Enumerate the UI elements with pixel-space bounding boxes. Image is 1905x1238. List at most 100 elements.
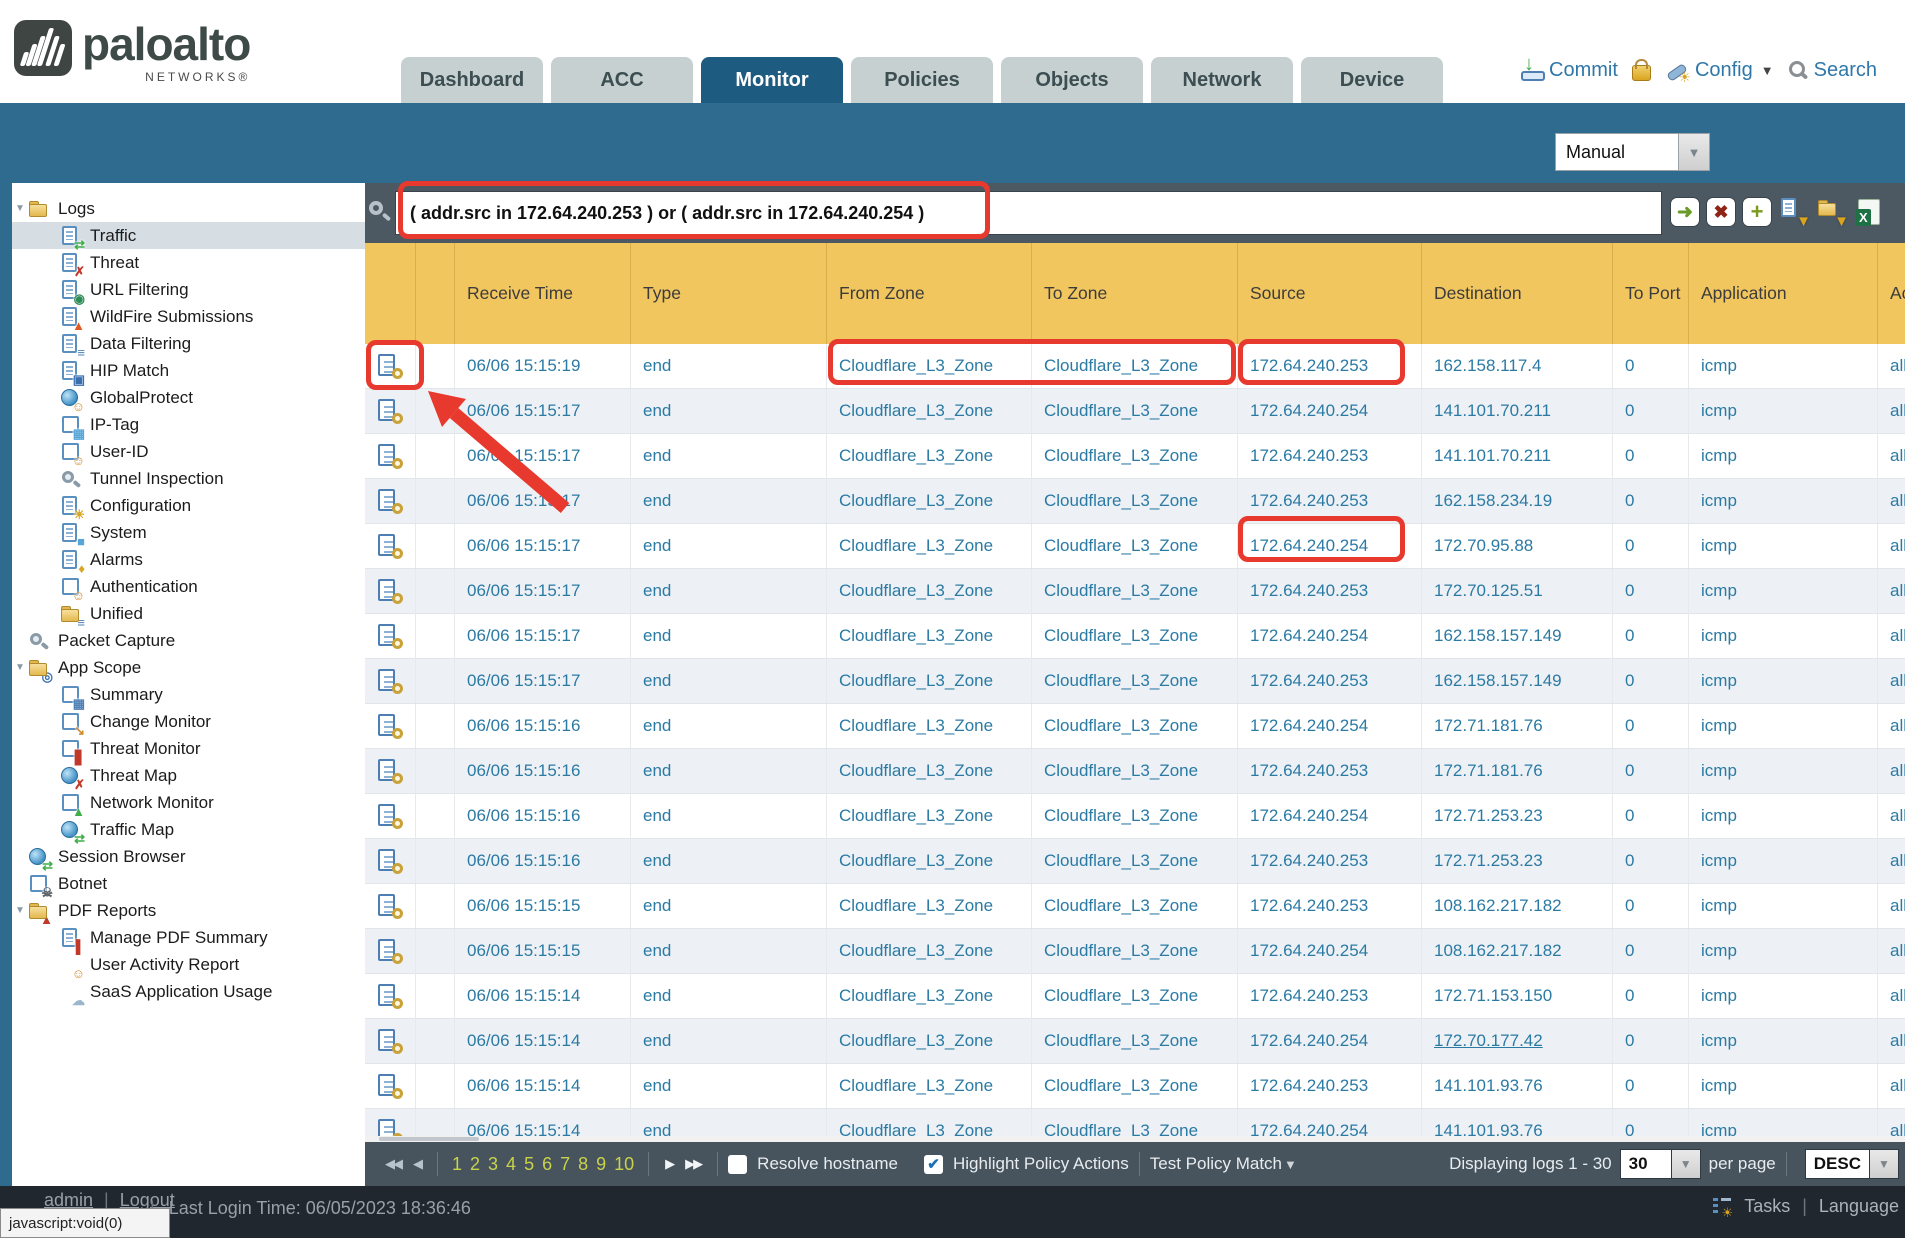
log-row-15[interactable]: 06/06 15:15:14endCloudflare_L3_ZoneCloud… (365, 974, 1905, 1019)
log-row-7[interactable]: 06/06 15:15:17endCloudflare_L3_ZoneCloud… (365, 614, 1905, 659)
sidebar-item-saas-application-usage[interactable]: ☁SaaS Application Usage (12, 978, 365, 1005)
page-number-1[interactable]: 1 (448, 1154, 466, 1174)
log-row-10[interactable]: 06/06 15:15:16endCloudflare_L3_ZoneCloud… (365, 749, 1905, 794)
log-row-18[interactable]: 06/06 15:15:14endCloudflare_L3_ZoneCloud… (365, 1109, 1905, 1136)
column-header-source[interactable]: Source (1238, 243, 1422, 344)
log-detail-magnifier-icon[interactable] (377, 578, 403, 604)
sidebar-item-alarms[interactable]: ♦Alarms (12, 546, 365, 573)
sidebar-item-user-id[interactable]: ☺User-ID (12, 438, 365, 465)
tree-expand-arrow-icon[interactable]: ▼ (12, 203, 28, 214)
log-row-11[interactable]: 06/06 15:15:16endCloudflare_L3_ZoneCloud… (365, 794, 1905, 839)
log-detail-magnifier-icon[interactable] (377, 1028, 403, 1054)
column-header-to-zone[interactable]: To Zone (1032, 243, 1238, 344)
sidebar-item-hip-match[interactable]: ▣HIP Match (12, 357, 365, 384)
log-row-3[interactable]: 06/06 15:15:17endCloudflare_L3_ZoneCloud… (365, 434, 1905, 479)
column-header-action[interactable]: Action (1878, 243, 1905, 344)
clear-filter-button[interactable]: ✖ (1707, 198, 1735, 226)
sidebar-item-tunnel-inspection[interactable]: Tunnel Inspection (12, 465, 365, 492)
commit-button[interactable]: ↓ Commit (1521, 59, 1618, 82)
sort-order-dropdown-arrow[interactable]: ▼ (1870, 1149, 1899, 1179)
sidebar-item-unified[interactable]: ≡Unified (12, 600, 365, 627)
page-number-7[interactable]: 7 (556, 1154, 574, 1174)
log-row-12[interactable]: 06/06 15:15:16endCloudflare_L3_ZoneCloud… (365, 839, 1905, 884)
highlight-policy-actions-checkbox[interactable]: ✔ (924, 1155, 943, 1174)
last-page-button[interactable]: ▶▶ (679, 1156, 707, 1172)
sidebar-item-system[interactable]: ■System (12, 519, 365, 546)
log-row-2[interactable]: 06/06 15:15:17endCloudflare_L3_ZoneCloud… (365, 389, 1905, 434)
log-row-6[interactable]: 06/06 15:15:17endCloudflare_L3_ZoneCloud… (365, 569, 1905, 614)
sidebar-item-packet-capture[interactable]: Packet Capture (12, 627, 365, 654)
sidebar-item-summary[interactable]: ▦Summary (12, 681, 365, 708)
apply-filter-button[interactable]: ➜ (1671, 198, 1699, 226)
tab-monitor[interactable]: Monitor (701, 57, 843, 103)
refresh-mode-select[interactable]: Manual ▼ (1555, 133, 1710, 171)
log-row-9[interactable]: 06/06 15:15:16endCloudflare_L3_ZoneCloud… (365, 704, 1905, 749)
refresh-mode-dropdown-arrow[interactable]: ▼ (1679, 133, 1710, 171)
search-button[interactable]: Search (1788, 59, 1877, 82)
tab-device[interactable]: Device (1301, 57, 1443, 103)
log-detail-magnifier-icon[interactable] (377, 353, 403, 379)
cell-dst[interactable]: 172.70.177.42 (1422, 1019, 1613, 1063)
sidebar-item-manage-pdf-summary[interactable]: ▌Manage PDF Summary (12, 924, 365, 951)
page-number-10[interactable]: 10 (610, 1154, 638, 1174)
tab-policies[interactable]: Policies (851, 57, 993, 103)
log-detail-magnifier-icon[interactable] (377, 443, 403, 469)
tasks-button[interactable]: Tasks (1744, 1196, 1790, 1217)
tab-network[interactable]: Network (1151, 57, 1293, 103)
lock-icon[interactable] (1632, 65, 1651, 81)
tab-objects[interactable]: Objects (1001, 57, 1143, 103)
load-saved-filter-icon[interactable]: ▼ (1817, 197, 1847, 227)
sidebar-item-globalprotect[interactable]: ☺GlobalProtect (12, 384, 365, 411)
log-detail-magnifier-icon[interactable] (377, 893, 403, 919)
sidebar-item-change-monitor[interactable]: ↘Change Monitor (12, 708, 365, 735)
log-detail-magnifier-icon[interactable] (377, 983, 403, 1009)
log-detail-magnifier-icon[interactable] (377, 398, 403, 424)
page-number-6[interactable]: 6 (538, 1154, 556, 1174)
log-detail-magnifier-icon[interactable] (377, 758, 403, 784)
page-number-3[interactable]: 3 (484, 1154, 502, 1174)
sidebar-item-threat-monitor[interactable]: ▋Threat Monitor (12, 735, 365, 762)
log-detail-magnifier-icon[interactable] (377, 938, 403, 964)
page-number-2[interactable]: 2 (466, 1154, 484, 1174)
scrollbar-thumb[interactable] (379, 1137, 479, 1141)
sidebar-item-botnet[interactable]: ☠Botnet (12, 870, 365, 897)
column-header-receive-time[interactable]: Receive Time (455, 243, 631, 344)
filter-builder-icon[interactable]: ▼ (1779, 197, 1809, 227)
log-filter-input[interactable]: ( addr.src in 172.64.240.253 ) or ( addr… (395, 191, 1662, 235)
tree-expand-arrow-icon[interactable]: ▼ (12, 905, 28, 916)
tab-dashboard[interactable]: Dashboard (401, 57, 543, 103)
log-row-16[interactable]: 06/06 15:15:14endCloudflare_L3_ZoneCloud… (365, 1019, 1905, 1064)
sidebar-item-session-browser[interactable]: ⇄Session Browser (12, 843, 365, 870)
sidebar-item-data-filtering[interactable]: ≡Data Filtering (12, 330, 365, 357)
log-row-5[interactable]: 06/06 15:15:17endCloudflare_L3_ZoneCloud… (365, 524, 1905, 569)
sidebar-item-wildfire-submissions[interactable]: ▲WildFire Submissions (12, 303, 365, 330)
log-detail-magnifier-icon[interactable] (377, 848, 403, 874)
log-row-14[interactable]: 06/06 15:15:15endCloudflare_L3_ZoneCloud… (365, 929, 1905, 974)
page-number-4[interactable]: 4 (502, 1154, 520, 1174)
export-to-csv-icon[interactable] (1855, 198, 1883, 226)
log-row-8[interactable]: 06/06 15:15:17endCloudflare_L3_ZoneCloud… (365, 659, 1905, 704)
sidebar-item-traffic[interactable]: ⇄Traffic (12, 222, 365, 249)
tree-expand-arrow-icon[interactable]: ▼ (12, 662, 28, 673)
sidebar-item-app-scope[interactable]: ▼◎App Scope (12, 654, 365, 681)
sort-order-select[interactable]: DESC ▼ (1805, 1149, 1899, 1179)
sidebar-item-logs[interactable]: ▼Logs (12, 195, 365, 222)
sidebar-item-ip-tag[interactable]: ▦IP-Tag (12, 411, 365, 438)
log-detail-magnifier-icon[interactable] (377, 668, 403, 694)
log-detail-magnifier-icon[interactable] (377, 533, 403, 559)
language-button[interactable]: Language (1819, 1196, 1899, 1217)
log-row-17[interactable]: 06/06 15:15:14endCloudflare_L3_ZoneCloud… (365, 1064, 1905, 1109)
test-policy-match-button[interactable]: Test Policy Match (1150, 1154, 1282, 1174)
sidebar-item-url-filtering[interactable]: ◉URL Filtering (12, 276, 365, 303)
column-header-type[interactable]: Type (631, 243, 827, 344)
log-row-1[interactable]: 06/06 15:15:19endCloudflare_L3_ZoneCloud… (365, 344, 1905, 389)
log-detail-magnifier-icon[interactable] (377, 623, 403, 649)
sidebar-item-user-activity-report[interactable]: ☺User Activity Report (12, 951, 365, 978)
first-page-button[interactable]: ◀◀ (379, 1156, 407, 1172)
column-header-application[interactable]: Application (1689, 243, 1878, 344)
page-number-8[interactable]: 8 (574, 1154, 592, 1174)
admin-user-link[interactable]: admin (44, 1190, 93, 1210)
sidebar-item-threat-map[interactable]: ✗Threat Map (12, 762, 365, 789)
add-filter-button[interactable]: + (1743, 198, 1771, 226)
log-detail-magnifier-icon[interactable] (377, 1073, 403, 1099)
